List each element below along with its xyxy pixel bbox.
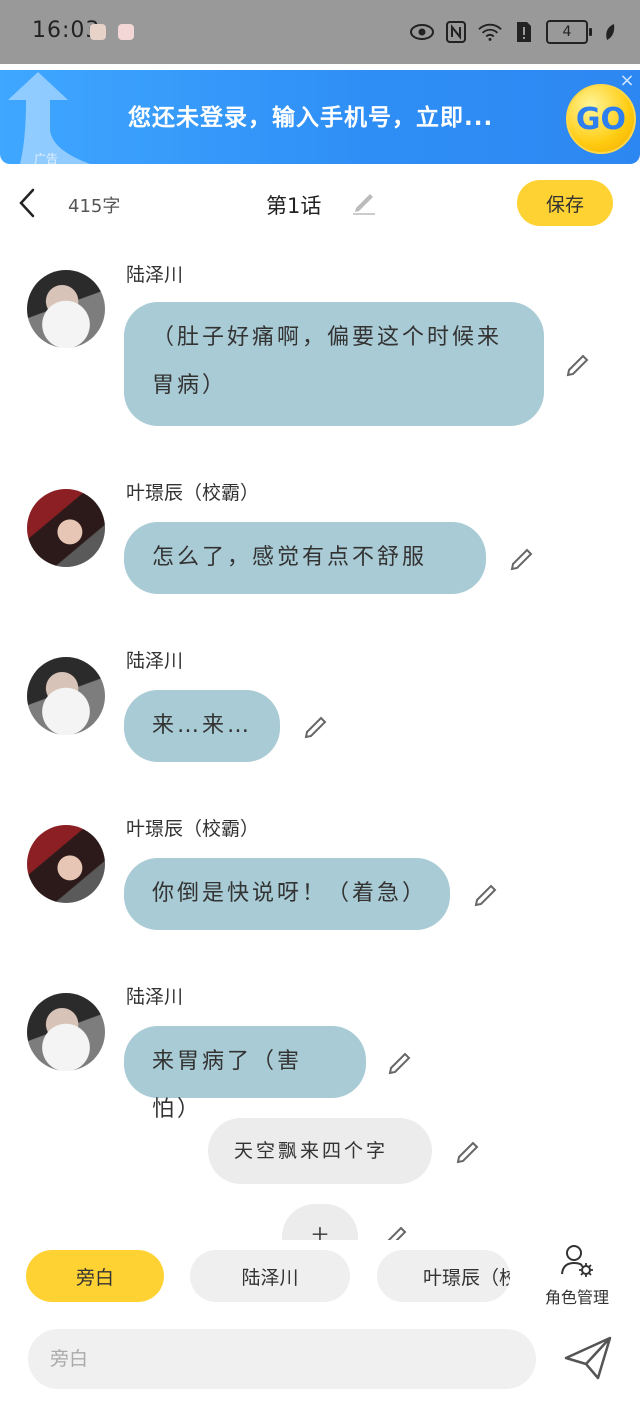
pencil-icon[interactable] bbox=[508, 544, 536, 572]
pencil-icon bbox=[353, 194, 375, 215]
back-button[interactable] bbox=[12, 185, 42, 221]
pencil-icon[interactable] bbox=[386, 1048, 414, 1076]
sender-name: 陆泽川 bbox=[126, 986, 184, 1008]
ad-text: 您还未登录，输入手机号，立即... bbox=[128, 105, 494, 131]
avatar[interactable] bbox=[27, 489, 105, 567]
pencil-icon[interactable] bbox=[382, 1222, 410, 1240]
role-chip-narration[interactable]: 旁白 bbox=[26, 1250, 164, 1302]
word-count: 415字 bbox=[68, 196, 121, 217]
battery-level: 4 bbox=[562, 24, 572, 40]
editor-header: 415字 第1话 保存 bbox=[0, 170, 640, 240]
eye-icon bbox=[410, 20, 434, 44]
role-chip-yejingchen[interactable]: 叶璟辰（校霸） bbox=[377, 1250, 510, 1302]
user-settings-icon bbox=[561, 1245, 593, 1277]
pencil-icon[interactable] bbox=[302, 712, 330, 740]
message-bubble[interactable]: 来胃病了（害怕） bbox=[124, 1026, 366, 1122]
save-button[interactable]: 保存 bbox=[517, 180, 613, 226]
message-bubble[interactable]: 你倒是快说呀！（着急） bbox=[124, 858, 450, 930]
edit-title-button[interactable] bbox=[350, 188, 378, 216]
ad-close-button[interactable]: × bbox=[618, 72, 636, 90]
pencil-icon[interactable] bbox=[454, 1137, 482, 1165]
leaf-icon bbox=[598, 20, 622, 44]
narration-bubble[interactable]: 天空飘来四个字 bbox=[208, 1118, 432, 1184]
send-button[interactable] bbox=[562, 1334, 614, 1382]
role-selector: 旁白 陆泽川 叶璟辰（校霸） 角色管理 bbox=[0, 1240, 640, 1320]
pencil-icon[interactable] bbox=[564, 350, 592, 378]
message-bubble[interactable]: 来…来… bbox=[124, 690, 280, 762]
message-bubble[interactable]: 怎么了，感觉有点不舒服 bbox=[124, 522, 486, 594]
pencil-icon[interactable] bbox=[472, 880, 500, 908]
narration-bubble[interactable]: 土 bbox=[282, 1204, 358, 1240]
nfc-icon bbox=[444, 20, 468, 44]
input-bar bbox=[0, 1320, 640, 1408]
sender-name: 陆泽川 bbox=[126, 264, 184, 286]
notification-app-icon bbox=[118, 24, 134, 40]
ad-tag: 广告 bbox=[34, 152, 59, 164]
battery-icon: 4 bbox=[546, 20, 592, 44]
message-input[interactable] bbox=[28, 1329, 536, 1389]
avatar[interactable] bbox=[27, 825, 105, 903]
message-bubble[interactable]: （肚子好痛啊，偏要这个时候来胃病） bbox=[124, 302, 544, 426]
avatar[interactable] bbox=[27, 993, 105, 1071]
role-chip-luzechuan[interactable]: 陆泽川 bbox=[190, 1250, 350, 1302]
wifi-icon bbox=[478, 20, 502, 44]
chat-list: 陆泽川 （肚子好痛啊，偏要这个时候来胃病） 叶璟辰（校霸） 怎么了，感觉有点不舒… bbox=[0, 242, 640, 1240]
sender-name: 叶璟辰（校霸） bbox=[126, 482, 260, 504]
ad-go-button[interactable]: GO bbox=[566, 84, 636, 154]
ad-banner[interactable]: 您还未登录，输入手机号，立即... 广告 GO × bbox=[0, 64, 640, 164]
chapter-title: 第1话 bbox=[266, 194, 322, 218]
send-icon bbox=[564, 1336, 612, 1380]
sender-name: 叶璟辰（校霸） bbox=[126, 818, 260, 840]
role-manager-button[interactable]: 角色管理 bbox=[532, 1242, 622, 1314]
avatar[interactable] bbox=[27, 270, 105, 348]
sender-name: 陆泽川 bbox=[126, 650, 184, 672]
sim-alert-icon bbox=[512, 20, 536, 44]
role-manager-label: 角色管理 bbox=[544, 1288, 609, 1307]
avatar[interactable] bbox=[27, 657, 105, 735]
status-bar: 16:03 4 bbox=[0, 0, 640, 64]
notification-app-icon bbox=[90, 24, 106, 40]
chevron-left-icon bbox=[19, 188, 35, 218]
